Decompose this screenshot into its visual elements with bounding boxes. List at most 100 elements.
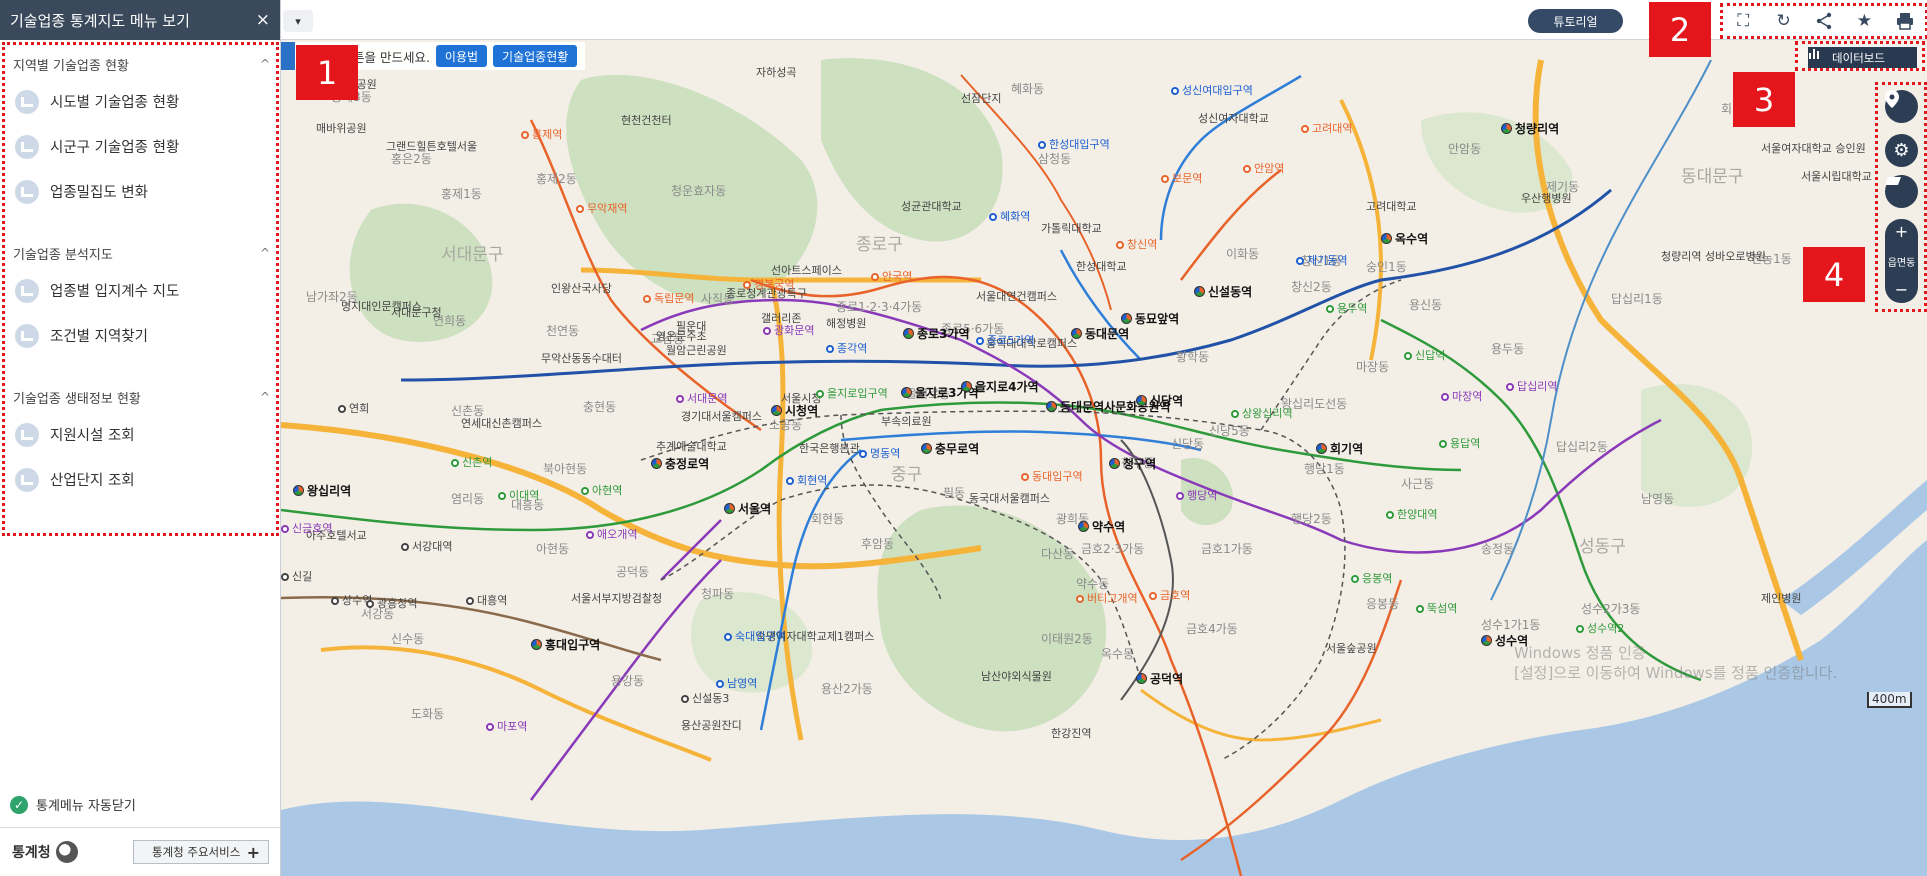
station-label: 무악재역 bbox=[576, 200, 627, 216]
station-label: 경복궁역 bbox=[743, 276, 794, 292]
neighborhood-label: 금호4가동 bbox=[1186, 622, 1238, 636]
zoom-in-button[interactable]: + bbox=[1895, 223, 1908, 241]
station-label: 종각역 bbox=[826, 340, 867, 356]
station-label: 성신여대입구역 bbox=[1171, 82, 1253, 98]
chevron-up-icon[interactable]: ^ bbox=[260, 57, 270, 71]
neighborhood-label: 황학동 bbox=[1176, 350, 1210, 364]
check-icon[interactable]: ✓ bbox=[10, 795, 28, 814]
station-label: 뚝섬역 bbox=[1416, 600, 1457, 616]
close-icon[interactable]: × bbox=[256, 10, 270, 30]
chevron-up-icon[interactable]: ^ bbox=[260, 246, 270, 260]
neighborhood-label: 창신2동 bbox=[1291, 280, 1332, 294]
section-ecosystem[interactable]: 기술업종 생태정보 현황 ^ bbox=[5, 382, 276, 412]
station-label: 용두역 bbox=[1326, 300, 1367, 316]
district-label: 서대문구 bbox=[441, 245, 504, 265]
place-label: 남산야외식물원 bbox=[981, 670, 1052, 683]
fullscreen-icon[interactable]: ⛶ bbox=[1731, 9, 1755, 33]
neighborhood-label: 행당1동 bbox=[1304, 462, 1345, 476]
neighborhood-label: 금호2·3가동 bbox=[1081, 542, 1145, 556]
station-label: 한성대입구역 bbox=[1038, 136, 1110, 152]
station-label: 시청역 bbox=[771, 402, 818, 419]
district-label: 성동구 bbox=[1579, 537, 1626, 557]
share-icon[interactable] bbox=[1812, 9, 1836, 33]
map-tools-group: ⛶ ↻ ★ bbox=[1720, 3, 1927, 39]
logo-emblem-icon bbox=[55, 841, 78, 863]
menu-item-label: 업종별 입지계수 지도 bbox=[50, 284, 180, 300]
station-label: 성수역2 bbox=[1576, 620, 1624, 636]
usage-guide-button[interactable]: 이용법 bbox=[435, 45, 488, 67]
menu-item-label: 시군구 기술업종 현황 bbox=[50, 140, 180, 156]
chevron-up-icon[interactable]: ^ bbox=[260, 390, 270, 404]
main-services-button[interactable]: 통계청 주요서비스 + bbox=[133, 840, 269, 864]
neighborhood-label: 염리동 bbox=[451, 492, 485, 506]
building-icon bbox=[15, 179, 39, 204]
place-label: 자하성곡 bbox=[756, 66, 797, 79]
neighborhood-label: 삼청동 bbox=[1038, 152, 1072, 166]
place-label: 월암근린공원 bbox=[666, 344, 727, 357]
settings-gear-icon[interactable]: ⚙ bbox=[1885, 134, 1918, 167]
section-regional-status[interactable]: 지역별 기술업종 현황 ^ bbox=[5, 49, 276, 79]
menu-item-label: 조건별 지역찾기 bbox=[50, 329, 148, 345]
stats-menu-sidebar: 기술업종 통계지도 메뉴 보기 × 지역별 기술업종 현황 ^ 시도별 기술업종… bbox=[0, 0, 281, 876]
station-label: 광화문역 bbox=[763, 322, 814, 338]
tech-industry-status-button[interactable]: 기술업종현황 bbox=[493, 45, 578, 67]
district-label: 동대문구 bbox=[1681, 167, 1744, 187]
neighborhood-label: 송정동 bbox=[1481, 542, 1515, 556]
refresh-icon[interactable]: ↻ bbox=[1772, 9, 1796, 33]
neighborhood-label: 회현동 bbox=[811, 512, 845, 526]
tutorial-button[interactable]: 튜토리얼 bbox=[1528, 9, 1623, 33]
menu-item-industrial-complex[interactable]: 산업단지 조회 bbox=[5, 457, 276, 502]
print-icon[interactable] bbox=[1893, 9, 1917, 33]
menu-item-location-quotient[interactable]: 업종별 입지계수 지도 bbox=[5, 268, 276, 313]
neighborhood-label: 신수동 bbox=[391, 632, 425, 646]
dropdown-toggle[interactable]: ▾ bbox=[283, 10, 313, 32]
place-label: 인왕산국사당 bbox=[551, 282, 612, 295]
watermark-line: [설정]으로 이동하여 Windows를 정품 인증합니다. bbox=[1514, 664, 1838, 682]
place-label: 해정병원 bbox=[826, 317, 867, 330]
neighborhood-label: 후암동 bbox=[861, 537, 895, 551]
station-label: 대흥역 bbox=[466, 592, 507, 608]
station-label: 왕십리역 bbox=[293, 482, 351, 499]
dashboard-button[interactable]: 데이터보드 bbox=[1808, 47, 1917, 68]
menu-item-label: 산업단지 조회 bbox=[50, 473, 135, 489]
place-label: 경기대서울캠퍼스 bbox=[681, 410, 762, 423]
menu-item-sido-status[interactable]: 시도별 기술업종 현황 bbox=[5, 79, 276, 124]
windows-activation-watermark: Windows 정품 인증 [설정]으로 이동하여 Windows를 정품 인증… bbox=[1514, 643, 1837, 683]
place-label: 서울여자대학교 승인원 bbox=[1761, 142, 1866, 155]
building-icon bbox=[15, 278, 39, 303]
place-label: 서울시립대학교 bbox=[1801, 170, 1872, 183]
place-label: 현천건천터 bbox=[621, 114, 672, 127]
station-label: 동대문역 bbox=[1071, 325, 1129, 342]
station-label: 상왕십리역 bbox=[1231, 405, 1293, 421]
place-label: 무악산동동수대터 bbox=[541, 352, 622, 365]
station-label: 이대역 bbox=[498, 487, 539, 503]
layers-icon[interactable] bbox=[1885, 175, 1918, 208]
station-label: 을지로4가역 bbox=[961, 378, 1039, 395]
auto-close-label: 통계메뉴 자동닫기 bbox=[36, 799, 136, 814]
neighborhood-label: 아현동 bbox=[536, 542, 570, 556]
callout-marker-1: 1 bbox=[296, 45, 358, 100]
menu-item-support-facility[interactable]: 지원시설 조회 bbox=[5, 412, 276, 457]
station-label: 청량리역 bbox=[1501, 120, 1559, 137]
station-label: 동대입구역 bbox=[1021, 468, 1083, 484]
location-pin-icon[interactable] bbox=[1885, 90, 1918, 123]
station-label: 신설동3 bbox=[681, 690, 729, 706]
place-label: 부속의료원 bbox=[881, 415, 932, 428]
district-label: 중구 bbox=[891, 465, 923, 485]
station-label: 혜화역 bbox=[989, 208, 1030, 224]
menu-item-sigungu-status[interactable]: 시군구 기술업종 현황 bbox=[5, 124, 276, 169]
zoom-out-button[interactable]: − bbox=[1895, 281, 1908, 299]
bookmark-star-icon[interactable]: ★ bbox=[1852, 9, 1876, 33]
neighborhood-label: 홍제1동 bbox=[441, 187, 482, 201]
section-analysis-map[interactable]: 기술업종 분석지도 ^ bbox=[5, 238, 276, 268]
menu-item-condition-search[interactable]: 조건별 지역찾기 bbox=[5, 313, 276, 358]
place-label: 한강진역 bbox=[1051, 727, 1092, 740]
place-label: 제인병원 bbox=[1761, 592, 1802, 605]
map-canvas[interactable]: 서대문구 종로구 중구 동대문구 성동구 홍제3동 홍제1동 홍제2동 홍은2동… bbox=[281, 40, 1927, 876]
place-label: 연세대신촌캠퍼스 bbox=[461, 417, 542, 430]
place-label: 서울숲공원 bbox=[1326, 642, 1377, 655]
station-label: 명동역 bbox=[859, 445, 900, 461]
auto-close-toggle[interactable]: ✓ 통계메뉴 자동닫기 bbox=[10, 795, 136, 814]
menu-item-density-change[interactable]: 업종밀집도 변화 bbox=[5, 169, 276, 214]
neighborhood-label: 금호1가동 bbox=[1201, 542, 1253, 556]
